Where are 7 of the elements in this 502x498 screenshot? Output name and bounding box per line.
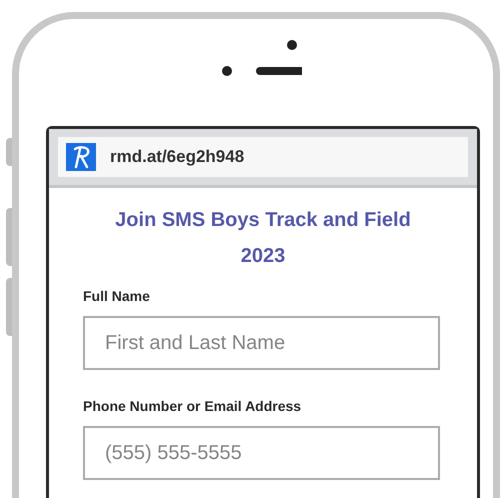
r-logo-icon	[66, 143, 96, 171]
form-title: Join SMS Boys Track and Field 2023	[114, 208, 412, 269]
url-field[interactable]: rmd.at/6eg2h948	[58, 137, 468, 177]
input-field[interactable]: (555) 555-5555	[83, 426, 440, 480]
field-label: Phone Number or Email Address	[83, 398, 302, 414]
input-field[interactable]: First and Last Name	[83, 316, 440, 370]
field-label: Full Name	[83, 288, 151, 304]
